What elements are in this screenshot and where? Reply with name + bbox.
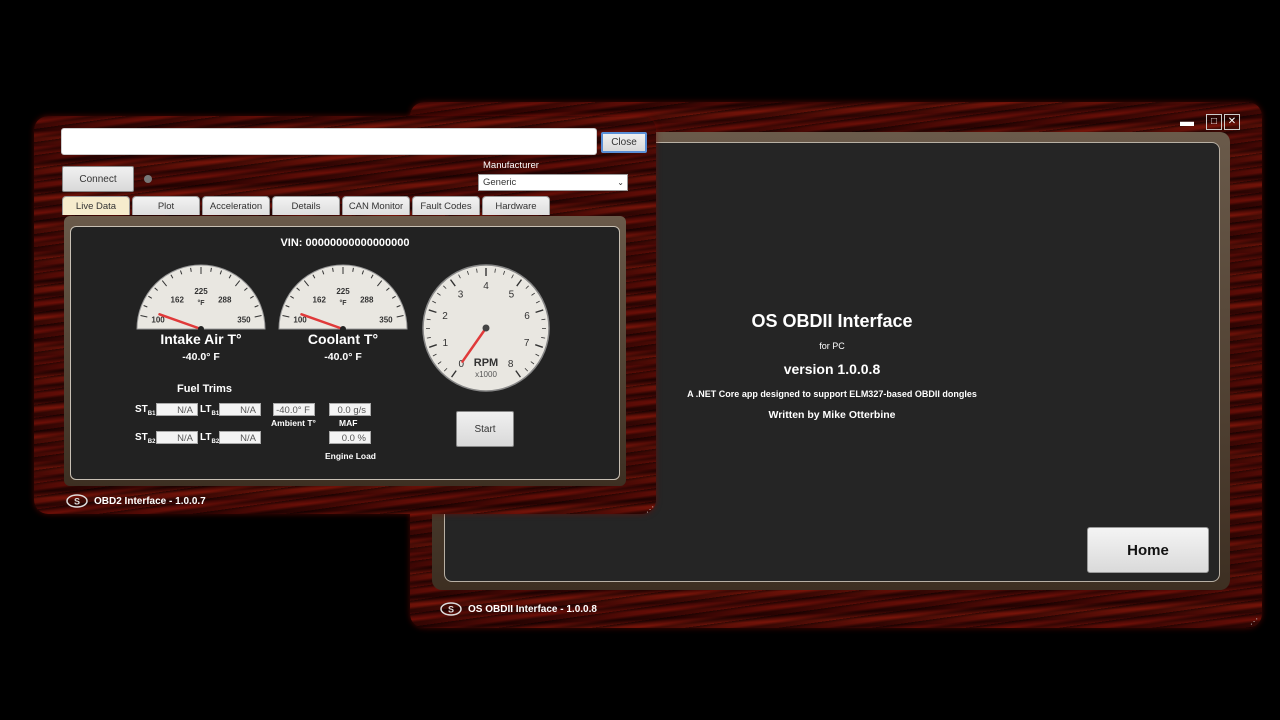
intake-temp-value: -40.0° F [182, 351, 220, 363]
tab-details[interactable]: Details [272, 196, 340, 215]
svg-text:S: S [74, 497, 80, 507]
coolant-tick-label: 288 [360, 295, 374, 304]
minimize-icon[interactable]: ▬ [1178, 112, 1196, 130]
close-icon[interactable]: ✕ [1224, 114, 1240, 130]
intake-tick [190, 267, 192, 272]
svg-text:S: S [448, 605, 454, 615]
vin-label: VIN: 00000000000000000 [280, 237, 410, 249]
rpm-tick-label: 7 [524, 338, 530, 349]
obd-status-title: OBD2 Interface - 1.0.0.7 [94, 495, 206, 507]
lt-b1-label: LTB1 [200, 404, 220, 417]
obd-status-bar: S OBD2 Interface - 1.0.0.7 [66, 494, 206, 508]
live-data-frame: VIN: 00000000000000000 100 162 225 288 350 °F… [64, 216, 626, 486]
resize-grip-icon[interactable]: ⋰ [646, 505, 654, 514]
coolant-tick-label: 225 [336, 287, 350, 296]
rpm-tick-label: 2 [442, 311, 448, 322]
chevron-down-icon: ⌄ [617, 178, 624, 187]
coolant-tick-label: 350 [379, 315, 393, 324]
rpm-gauge: 012345678RPMx1000 [422, 264, 550, 392]
rpm-tick-label: 6 [524, 311, 530, 322]
coolant-tick [352, 267, 354, 272]
intake-tick-label: 288 [218, 295, 232, 304]
intake-tick-label: 350 [237, 315, 251, 324]
intake-tick [210, 267, 212, 272]
app-logo-icon: S [440, 602, 462, 616]
intake-temp-title: Intake Air T° [160, 331, 242, 347]
coolant-tick [332, 267, 334, 272]
tab-fault-codes[interactable]: Fault Codes [412, 196, 480, 215]
rpm-scale-label: x1000 [475, 370, 497, 379]
tab-hardware[interactable]: Hardware [482, 196, 550, 215]
engine-load-field: 0.0 % [329, 431, 371, 444]
intake-tick-label: 225 [194, 287, 208, 296]
rpm-tick-label: 4 [483, 281, 489, 292]
tab-live-data[interactable]: Live Data [62, 196, 130, 215]
rpm-hub [482, 324, 490, 332]
fuel-trims-title: Fuel Trims [177, 383, 233, 395]
obd-window: Close Connect Manufacturer Generic ⌄ Live… [34, 116, 656, 514]
lt-b2-label: LTB2 [200, 432, 220, 445]
coolant-unit: °F [339, 299, 347, 307]
st-b2-label: STB2 [135, 432, 156, 445]
manufacturer-label: Manufacturer [483, 160, 539, 171]
connect-button[interactable]: Connect [62, 166, 134, 192]
rpm-tick-label: 1 [443, 338, 449, 349]
tab-acceleration[interactable]: Acceleration [202, 196, 270, 215]
status-bar: S OS OBDII Interface - 1.0.0.8 [440, 602, 597, 616]
engine-load-label: Engine Load [325, 451, 376, 461]
tab-bar: Live Data Plot Acceleration Details CAN … [62, 196, 550, 215]
coolant-temp-title: Coolant T° [307, 331, 379, 347]
coolant-tick-label: 162 [313, 295, 327, 304]
tab-plot[interactable]: Plot [132, 196, 200, 215]
rpm-tick-label: 8 [508, 359, 514, 370]
maximize-icon[interactable]: □ [1206, 114, 1222, 130]
st-b1-field: N/A [156, 403, 198, 416]
maf-field: 0.0 g/s [329, 403, 371, 416]
lt-b1-field: N/A [219, 403, 261, 416]
live-data-panel: VIN: 00000000000000000 100 162 225 288 350 °F… [70, 226, 620, 480]
st-b2-field: N/A [156, 431, 198, 444]
resize-grip-icon[interactable]: ⋰ [1250, 617, 1258, 626]
tab-can-monitor[interactable]: CAN Monitor [342, 196, 410, 215]
ambient-temp-field: -40.0° F [273, 403, 315, 416]
ambient-temp-label: Ambient T° [271, 418, 316, 428]
close-button[interactable]: Close [601, 132, 647, 153]
intake-temp-gauge: 100162225288350°F [136, 264, 266, 332]
address-input[interactable] [61, 128, 597, 155]
rpm-tick-label: 5 [509, 289, 515, 300]
intake-tick-label: 162 [171, 295, 185, 304]
lt-b2-field: N/A [219, 431, 261, 444]
status-title: OS OBDII Interface - 1.0.0.8 [468, 603, 597, 615]
maf-label: MAF [339, 418, 358, 428]
rpm-tick-label: 3 [458, 289, 464, 300]
manufacturer-select[interactable]: Generic ⌄ [478, 174, 628, 191]
home-button[interactable]: Home [1087, 527, 1209, 573]
obd-logo-icon: S [66, 494, 88, 508]
intake-unit: °F [197, 299, 205, 307]
start-button[interactable]: Start [456, 411, 514, 447]
rpm-label: RPM [474, 357, 498, 369]
coolant-temp-gauge: 100162225288350°F [278, 264, 408, 332]
connection-status-icon [144, 175, 152, 183]
coolant-temp-value: -40.0° F [324, 351, 362, 363]
st-b1-label: STB1 [135, 404, 156, 417]
